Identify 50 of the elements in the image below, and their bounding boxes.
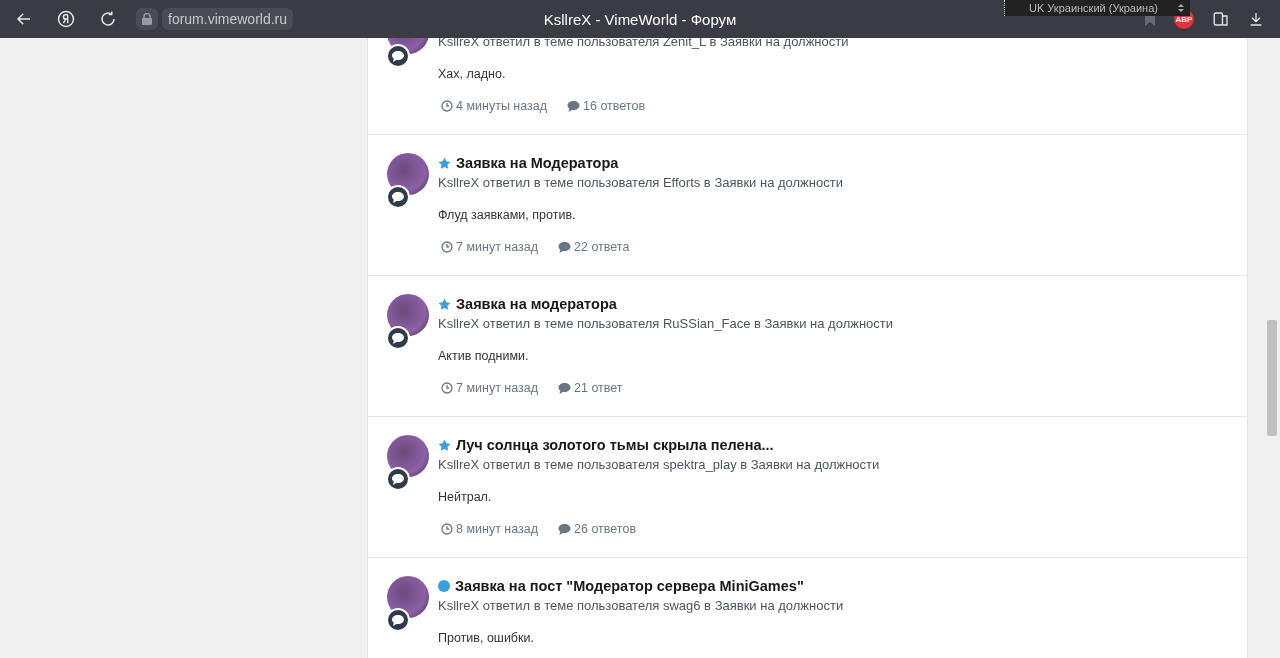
reply-excerpt: Флуд заявками, против. [438, 207, 577, 224]
spinner-arrows-icon [1178, 3, 1184, 13]
time-link[interactable]: 7 минут назад [441, 240, 539, 254]
lock-icon [136, 8, 158, 30]
reader-icon[interactable] [1212, 10, 1230, 28]
activity-subtitle: KsllreX ответил в теме пользователя Efforts в Заявки на должности [438, 174, 843, 192]
activity-subtitle: KsllreX ответил в теме пользователя swag6 в Заявки на должности [438, 597, 844, 615]
activity-subtitle: KsllreX ответил в теме пользователя spektra_play в Заявки на должности [438, 456, 880, 474]
status-dot-icon [438, 580, 450, 592]
reply-excerpt: Актив подними. [438, 348, 530, 365]
download-icon[interactable] [1248, 10, 1264, 28]
chat-badge-icon [386, 185, 410, 209]
tooltip-text: UK Украинский (Украина) [1029, 2, 1158, 14]
chat-badge-icon [386, 608, 410, 632]
reply-excerpt: Против, ошибки. [438, 630, 535, 647]
avatar[interactable] [387, 153, 429, 195]
chat-badge-icon [386, 467, 410, 491]
address-bar[interactable]: forum.vimeworld.ru [162, 8, 294, 30]
chat-badge-icon [386, 326, 410, 350]
replies-link[interactable]: 26 ответов [558, 522, 637, 536]
star-icon [438, 438, 451, 452]
topic-title-link[interactable]: Заявка на пост "Модератор сервера MiniGames" [455, 578, 804, 594]
time-link[interactable]: 8 минут назад [441, 522, 539, 536]
replies-link[interactable]: 16 ответов [567, 99, 646, 113]
scrollbar-thumb[interactable] [1267, 320, 1277, 436]
comment-icon [558, 382, 572, 394]
star-icon [438, 156, 451, 170]
time-link[interactable]: 7 минут назад [441, 381, 539, 395]
reply-excerpt: Хах, ладно. [438, 66, 507, 83]
replies-link[interactable]: 21 ответ [558, 381, 623, 395]
avatar[interactable] [387, 576, 429, 618]
topic-title-link[interactable]: Луч солнца золотого тьмы скрыла пелена... [456, 437, 774, 453]
avatar[interactable] [387, 435, 429, 477]
activity-subtitle: KsllreX ответил в теме пользователя RuSSian_Face в Заявки на должности [438, 315, 894, 333]
window-title: KsllreX - VimeWorld - Форум [543, 10, 737, 28]
comment-icon [567, 100, 581, 112]
chat-badge-icon [386, 44, 410, 68]
replies-link[interactable]: 22 ответа [558, 240, 630, 254]
avatar[interactable] [387, 294, 429, 336]
reply-excerpt: Нейтрал. [438, 489, 493, 506]
comment-icon [558, 523, 572, 535]
topic-title-link[interactable]: Заявка на Модератора [456, 155, 619, 171]
clock-icon [441, 100, 453, 112]
time-link[interactable]: 4 минуты назад [441, 99, 548, 113]
clock-icon [441, 382, 453, 394]
topic-title-link[interactable]: Заявка на модератора [456, 296, 617, 312]
clock-icon [441, 241, 453, 253]
star-icon [438, 297, 451, 311]
comment-icon [558, 241, 572, 253]
clock-icon [441, 523, 453, 535]
